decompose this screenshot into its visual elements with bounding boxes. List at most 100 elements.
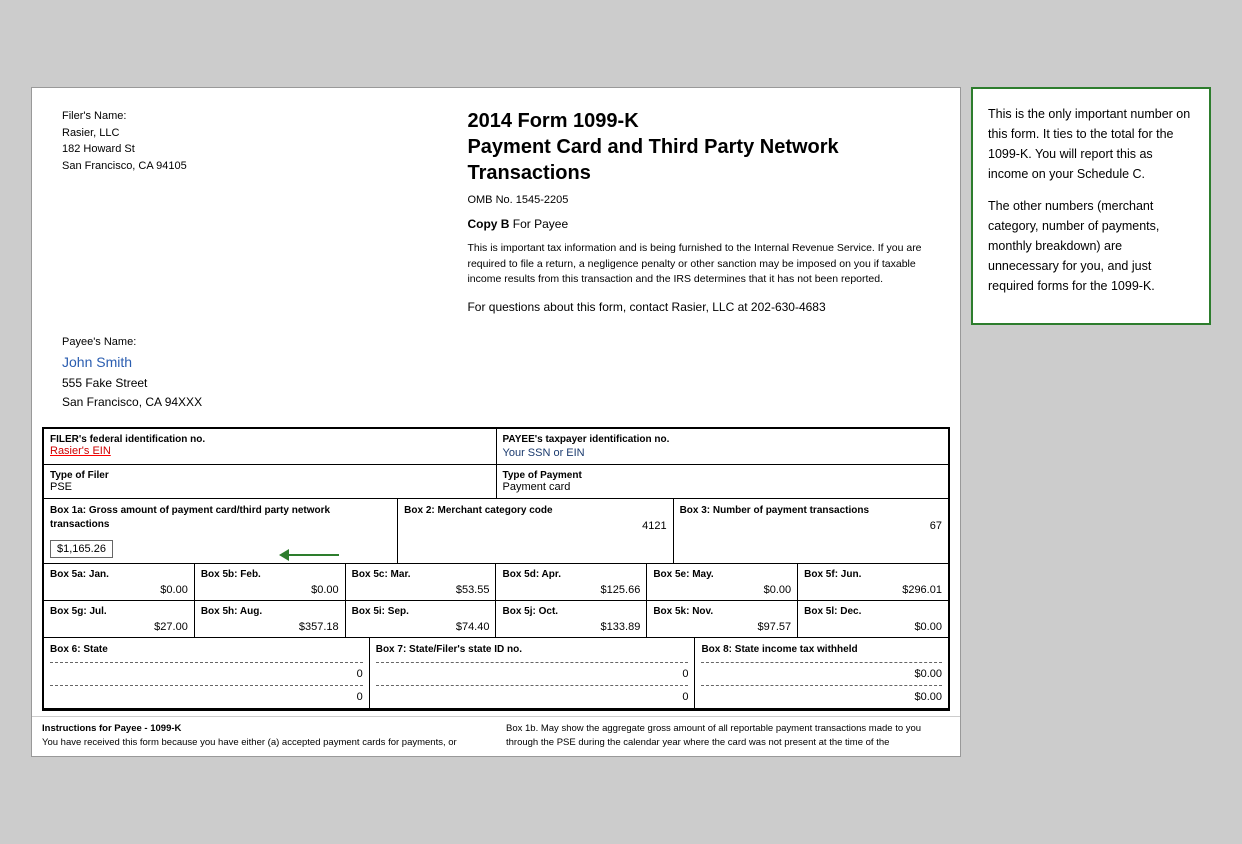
- box7-cell: Box 7: State/Filer's state ID no. 0 0: [370, 638, 696, 708]
- box1-row: Box 1a: Gross amount of payment card/thi…: [44, 499, 948, 564]
- box5c-label: Box 5c: Mar.: [352, 568, 490, 582]
- box5j-cell: Box 5j: Oct. $133.89: [496, 601, 647, 637]
- contact-text: For questions about this form, contact R…: [467, 298, 930, 316]
- type-payment-cell: Type of Payment Payment card: [497, 465, 949, 498]
- filer-info: Filer's Name: Rasier, LLC 182 Howard St …: [62, 108, 447, 316]
- box5a-label: Box 5a: Jan.: [50, 568, 188, 582]
- box5j-value: $133.89: [502, 621, 640, 633]
- box3-label: Box 3: Number of payment transactions: [680, 504, 942, 518]
- payee-tin-label: PAYEE's taxpayer identification no.: [503, 434, 943, 445]
- filer-name-label: Filer's Name:: [62, 108, 447, 125]
- box7-value2: 0: [376, 691, 689, 703]
- box5e-value: $0.00: [653, 584, 791, 596]
- box5g-label: Box 5g: Jul.: [50, 605, 188, 619]
- footer-left-text: You have received this form because you …: [42, 737, 457, 748]
- box3-cell: Box 3: Number of payment transactions 67: [674, 499, 948, 563]
- annotation-para2: The other numbers (merchant category, nu…: [988, 196, 1194, 296]
- box5k-value: $97.57: [653, 621, 791, 633]
- box5b-label: Box 5b: Feb.: [201, 568, 339, 582]
- box6-label: Box 6: State: [50, 643, 363, 657]
- type-payment-label: Type of Payment: [503, 470, 943, 481]
- box5f-value: $296.01: [804, 584, 942, 596]
- copy-b: Copy B For Payee: [467, 215, 930, 233]
- box8-cell: Box 8: State income tax withheld $0.00 $…: [695, 638, 948, 708]
- box1a-cell: Box 1a: Gross amount of payment card/thi…: [44, 499, 398, 563]
- box5h-value: $357.18: [201, 621, 339, 633]
- form-title: 2014 Form 1099-K Payment Card and Third …: [467, 108, 930, 186]
- type-filer-value: PSE: [50, 481, 490, 493]
- box8-label: Box 8: State income tax withheld: [701, 643, 942, 657]
- box5f-cell: Box 5f: Jun. $296.01: [798, 564, 948, 600]
- type-row: Type of Filer PSE Type of Payment Paymen…: [44, 465, 948, 499]
- box6-cell: Box 6: State 0 0: [44, 638, 370, 708]
- box5l-label: Box 5l: Dec.: [804, 605, 942, 619]
- box5e-cell: Box 5e: May. $0.00: [647, 564, 798, 600]
- state-row: Box 6: State 0 0 Box 7: State/Filer's st…: [44, 638, 948, 709]
- form-document: Filer's Name: Rasier, LLC 182 Howard St …: [31, 87, 961, 756]
- box5a-value: $0.00: [50, 584, 188, 596]
- box5i-cell: Box 5i: Sep. $74.40: [346, 601, 497, 637]
- payee-name: John Smith: [62, 351, 930, 373]
- sidebar-annotation: This is the only important number on thi…: [971, 87, 1211, 325]
- box5l-cell: Box 5l: Dec. $0.00: [798, 601, 948, 637]
- box2-cell: Box 2: Merchant category code 4121: [398, 499, 673, 563]
- footer-left: Instructions for Payee - 1099-K You have…: [42, 722, 486, 751]
- type-filer-cell: Type of Filer PSE: [44, 465, 497, 498]
- form-title-section: 2014 Form 1099-K Payment Card and Third …: [467, 108, 930, 316]
- box5e-label: Box 5e: May.: [653, 568, 791, 582]
- box2-value: 4121: [404, 520, 666, 532]
- payee-tin-cell: PAYEE's taxpayer identification no. Your…: [497, 429, 949, 464]
- box5i-value: $74.40: [352, 621, 490, 633]
- box5d-value: $125.66: [502, 584, 640, 596]
- payee-tin-value: Your SSN or EIN: [503, 447, 943, 459]
- box5k-label: Box 5k: Nov.: [653, 605, 791, 619]
- payee-label: Payee's Name:: [62, 336, 930, 348]
- box5k-cell: Box 5k: Nov. $97.57: [647, 601, 798, 637]
- box5b-value: $0.00: [201, 584, 339, 596]
- box5f-label: Box 5f: Jun.: [804, 568, 942, 582]
- type-filer-label: Type of Filer: [50, 470, 490, 481]
- box1a-label: Box 1a: Gross amount of payment card/thi…: [50, 504, 391, 532]
- box8-value1: $0.00: [701, 668, 942, 680]
- footer-right: Box 1b. May show the aggregate gross amo…: [506, 722, 950, 751]
- filer-address: 182 Howard St: [62, 141, 447, 158]
- box5a-cell: Box 5a: Jan. $0.00: [44, 564, 195, 600]
- box5c-cell: Box 5c: Mar. $53.55: [346, 564, 497, 600]
- filer-city: San Francisco, CA 94105: [62, 158, 447, 175]
- arrow-head: [279, 549, 289, 561]
- payee-city: San Francisco, CA 94XXX: [62, 393, 930, 412]
- form-footer: Instructions for Payee - 1099-K You have…: [32, 716, 960, 756]
- filer-name: Rasier, LLC: [62, 125, 447, 142]
- monthly-row-1: Box 5a: Jan. $0.00 Box 5b: Feb. $0.00 Bo…: [44, 564, 948, 601]
- box5l-value: $0.00: [804, 621, 942, 633]
- monthly-row-2: Box 5g: Jul. $27.00 Box 5h: Aug. $357.18…: [44, 601, 948, 638]
- annotation-para1: This is the only important number on thi…: [988, 104, 1194, 184]
- payee-section: Payee's Name: John Smith 555 Fake Street…: [32, 336, 960, 427]
- payee-address: 555 Fake Street: [62, 374, 930, 393]
- filer-tin-row: FILER's federal identification no. Rasie…: [44, 429, 948, 465]
- omb-number: OMB No. 1545-2205: [467, 192, 930, 209]
- box5h-label: Box 5h: Aug.: [201, 605, 339, 619]
- box5j-label: Box 5j: Oct.: [502, 605, 640, 619]
- box1a-value: $1,165.26: [50, 540, 113, 558]
- box5h-cell: Box 5h: Aug. $357.18: [195, 601, 346, 637]
- box2-label: Box 2: Merchant category code: [404, 504, 666, 518]
- arrow-line: [289, 554, 339, 556]
- info-text: This is important tax information and is…: [467, 241, 930, 288]
- box5d-label: Box 5d: Apr.: [502, 568, 640, 582]
- box7-label: Box 7: State/Filer's state ID no.: [376, 643, 689, 657]
- footer-left-title: Instructions for Payee - 1099-K: [42, 723, 181, 734]
- filer-ein-value: Rasier's EIN: [50, 445, 490, 457]
- form-grid: FILER's federal identification no. Rasie…: [42, 427, 950, 711]
- box6-value1: 0: [50, 668, 363, 680]
- box5d-cell: Box 5d: Apr. $125.66: [496, 564, 647, 600]
- type-payment-value: Payment card: [503, 481, 943, 493]
- arrow-indicator: [279, 549, 339, 561]
- box5g-value: $27.00: [50, 621, 188, 633]
- box5i-label: Box 5i: Sep.: [352, 605, 490, 619]
- box6-value2: 0: [50, 691, 363, 703]
- box8-value2: $0.00: [701, 691, 942, 703]
- box7-value1: 0: [376, 668, 689, 680]
- box5g-cell: Box 5g: Jul. $27.00: [44, 601, 195, 637]
- footer-right-text: Box 1b. May show the aggregate gross amo…: [506, 723, 921, 748]
